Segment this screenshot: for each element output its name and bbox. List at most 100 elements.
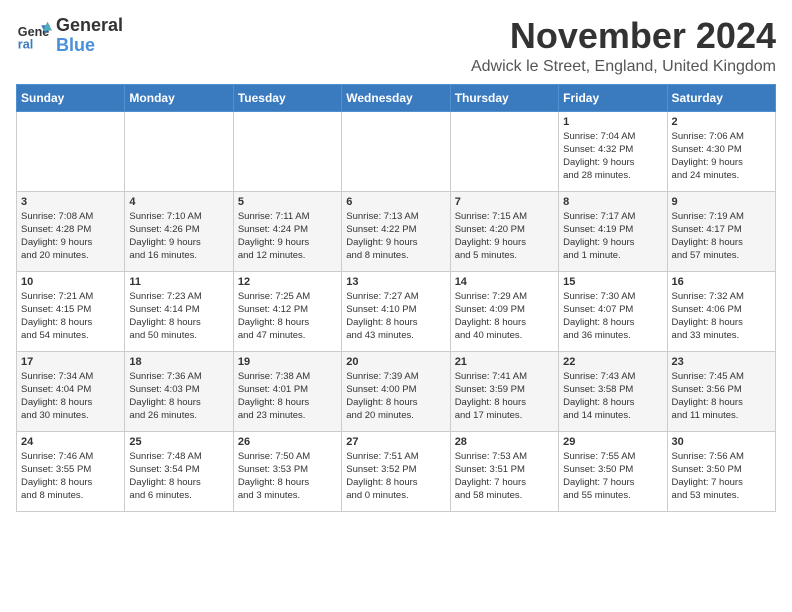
weekday-header-sunday: Sunday (17, 84, 125, 111)
day-info: Sunrise: 7:25 AM Sunset: 4:12 PM Dayligh… (238, 290, 337, 343)
weekday-header-friday: Friday (559, 84, 667, 111)
day-info: Sunrise: 7:15 AM Sunset: 4:20 PM Dayligh… (455, 210, 554, 263)
day-number: 10 (21, 276, 120, 288)
weekday-header-monday: Monday (125, 84, 233, 111)
day-info: Sunrise: 7:21 AM Sunset: 4:15 PM Dayligh… (21, 290, 120, 343)
day-number: 14 (455, 276, 554, 288)
weekday-header-saturday: Saturday (667, 84, 775, 111)
calendar-cell: 18 Sunrise: 7:36 AM Sunset: 4:03 PM Dayli… (125, 351, 233, 431)
weekday-header-wednesday: Wednesday (342, 84, 450, 111)
day-number: 24 (21, 436, 120, 448)
calendar-cell: 7Sunrise: 7:15 AM Sunset: 4:20 PM Daylig… (450, 191, 558, 271)
day-number: 25 (129, 436, 228, 448)
day-number: 8 (563, 196, 662, 208)
calendar-week-row: 17 Sunrise: 7:34 AM Sunset: 4:04 PM Dayli… (17, 351, 776, 431)
day-info: Sunrise: 7:39 AM Sunset: 4:00 PM Dayligh… (346, 370, 445, 423)
day-number: 27 (346, 436, 445, 448)
day-info: Sunrise: 7:48 AM Sunset: 3:54 PM Dayligh… (129, 450, 228, 503)
calendar-cell: 13 Sunrise: 7:27 AM Sunset: 4:10 PM Dayli… (342, 271, 450, 351)
day-number: 12 (238, 276, 337, 288)
day-info: Sunrise: 7:32 AM Sunset: 4:06 PM Dayligh… (672, 290, 771, 343)
day-info: Sunrise: 7:13 AM Sunset: 4:22 PM Dayligh… (346, 210, 445, 263)
calendar-cell: 30 Sunrise: 7:56 AM Sunset: 3:50 PM Dayli… (667, 431, 775, 511)
day-info: Sunrise: 7:23 AM Sunset: 4:14 PM Dayligh… (129, 290, 228, 343)
day-info: Sunrise: 7:27 AM Sunset: 4:10 PM Dayligh… (346, 290, 445, 343)
calendar-cell: 26 Sunrise: 7:50 AM Sunset: 3:53 PM Dayli… (233, 431, 341, 511)
day-number: 19 (238, 356, 337, 368)
calendar-cell: 4 Sunrise: 7:10 AM Sunset: 4:26 PM Daylig… (125, 191, 233, 271)
calendar-cell: 21 Sunrise: 7:41 AM Sunset: 3:59 PM Dayli… (450, 351, 558, 431)
day-number: 30 (672, 436, 771, 448)
calendar-cell: 17 Sunrise: 7:34 AM Sunset: 4:04 PM Dayli… (17, 351, 125, 431)
day-info: Sunrise: 7:55 AM Sunset: 3:50 PM Dayligh… (563, 450, 662, 503)
day-number: 16 (672, 276, 771, 288)
day-number: 15 (563, 276, 662, 288)
logo-line1: General (56, 16, 123, 36)
svg-text:ral: ral (18, 37, 33, 51)
day-info: Sunrise: 7:50 AM Sunset: 3:53 PM Dayligh… (238, 450, 337, 503)
day-info: Sunrise: 7:53 AM Sunset: 3:51 PM Dayligh… (455, 450, 554, 503)
calendar-cell: 24 Sunrise: 7:46 AM Sunset: 3:55 PM Dayli… (17, 431, 125, 511)
calendar-cell (450, 111, 558, 191)
day-info: Sunrise: 7:29 AM Sunset: 4:09 PM Dayligh… (455, 290, 554, 343)
day-info: Sunrise: 7:10 AM Sunset: 4:26 PM Dayligh… (129, 210, 228, 263)
month-title: November 2024 (471, 16, 776, 56)
day-number: 1 (563, 116, 662, 128)
day-number: 28 (455, 436, 554, 448)
weekday-header-thursday: Thursday (450, 84, 558, 111)
day-number: 22 (563, 356, 662, 368)
calendar-cell: 23Sunrise: 7:45 AM Sunset: 3:56 PM Dayli… (667, 351, 775, 431)
calendar-table: SundayMondayTuesdayWednesdayThursdayFrid… (16, 84, 776, 512)
calendar-cell: 6 Sunrise: 7:13 AM Sunset: 4:22 PM Daylig… (342, 191, 450, 271)
calendar-cell (342, 111, 450, 191)
logo-text: General Blue (56, 16, 123, 56)
day-number: 11 (129, 276, 228, 288)
day-info: Sunrise: 7:04 AM Sunset: 4:32 PM Dayligh… (563, 130, 662, 183)
day-info: Sunrise: 7:08 AM Sunset: 4:28 PM Dayligh… (21, 210, 120, 263)
calendar-cell: 2Sunrise: 7:06 AM Sunset: 4:30 PM Daylig… (667, 111, 775, 191)
day-number: 13 (346, 276, 445, 288)
calendar-cell: 5 Sunrise: 7:11 AM Sunset: 4:24 PM Daylig… (233, 191, 341, 271)
logo-icon: Gene ral (16, 18, 52, 54)
calendar-cell: 10 Sunrise: 7:21 AM Sunset: 4:15 PM Dayli… (17, 271, 125, 351)
header: Gene ral General Blue November 2024 Adwi… (16, 16, 776, 76)
day-number: 26 (238, 436, 337, 448)
day-number: 21 (455, 356, 554, 368)
calendar-cell: 27Sunrise: 7:51 AM Sunset: 3:52 PM Dayli… (342, 431, 450, 511)
day-info: Sunrise: 7:36 AM Sunset: 4:03 PM Dayligh… (129, 370, 228, 423)
logo: Gene ral General Blue (16, 16, 123, 56)
day-info: Sunrise: 7:11 AM Sunset: 4:24 PM Dayligh… (238, 210, 337, 263)
calendar-cell (125, 111, 233, 191)
day-info: Sunrise: 7:30 AM Sunset: 4:07 PM Dayligh… (563, 290, 662, 343)
calendar-cell: 20 Sunrise: 7:39 AM Sunset: 4:00 PM Dayli… (342, 351, 450, 431)
calendar-cell: 28 Sunrise: 7:53 AM Sunset: 3:51 PM Dayli… (450, 431, 558, 511)
day-number: 18 (129, 356, 228, 368)
calendar-week-row: 1 Sunrise: 7:04 AM Sunset: 4:32 PM Daylig… (17, 111, 776, 191)
calendar-cell: 1 Sunrise: 7:04 AM Sunset: 4:32 PM Daylig… (559, 111, 667, 191)
calendar-cell: 19 Sunrise: 7:38 AM Sunset: 4:01 PM Dayli… (233, 351, 341, 431)
weekday-header-tuesday: Tuesday (233, 84, 341, 111)
day-number: 17 (21, 356, 120, 368)
calendar-cell: 9 Sunrise: 7:19 AM Sunset: 4:17 PM Daylig… (667, 191, 775, 271)
calendar-cell: 14 Sunrise: 7:29 AM Sunset: 4:09 PM Dayli… (450, 271, 558, 351)
day-info: Sunrise: 7:19 AM Sunset: 4:17 PM Dayligh… (672, 210, 771, 263)
calendar-cell: 8Sunrise: 7:17 AM Sunset: 4:19 PM Daylig… (559, 191, 667, 271)
day-number: 4 (129, 196, 228, 208)
day-number: 5 (238, 196, 337, 208)
day-info: Sunrise: 7:46 AM Sunset: 3:55 PM Dayligh… (21, 450, 120, 503)
day-info: Sunrise: 7:41 AM Sunset: 3:59 PM Dayligh… (455, 370, 554, 423)
day-info: Sunrise: 7:45 AM Sunset: 3:56 PM Dayligh… (672, 370, 771, 423)
calendar-cell: 12 Sunrise: 7:25 AM Sunset: 4:12 PM Dayli… (233, 271, 341, 351)
day-info: Sunrise: 7:34 AM Sunset: 4:04 PM Dayligh… (21, 370, 120, 423)
day-number: 20 (346, 356, 445, 368)
calendar-cell (233, 111, 341, 191)
calendar-cell: 15 Sunrise: 7:30 AM Sunset: 4:07 PM Dayli… (559, 271, 667, 351)
day-info: Sunrise: 7:38 AM Sunset: 4:01 PM Dayligh… (238, 370, 337, 423)
logo-line2: Blue (56, 35, 95, 55)
calendar-week-row: 10 Sunrise: 7:21 AM Sunset: 4:15 PM Dayli… (17, 271, 776, 351)
calendar-cell: 3Sunrise: 7:08 AM Sunset: 4:28 PM Daylig… (17, 191, 125, 271)
day-info: Sunrise: 7:56 AM Sunset: 3:50 PM Dayligh… (672, 450, 771, 503)
day-number: 9 (672, 196, 771, 208)
calendar-week-row: 3Sunrise: 7:08 AM Sunset: 4:28 PM Daylig… (17, 191, 776, 271)
day-number: 6 (346, 196, 445, 208)
